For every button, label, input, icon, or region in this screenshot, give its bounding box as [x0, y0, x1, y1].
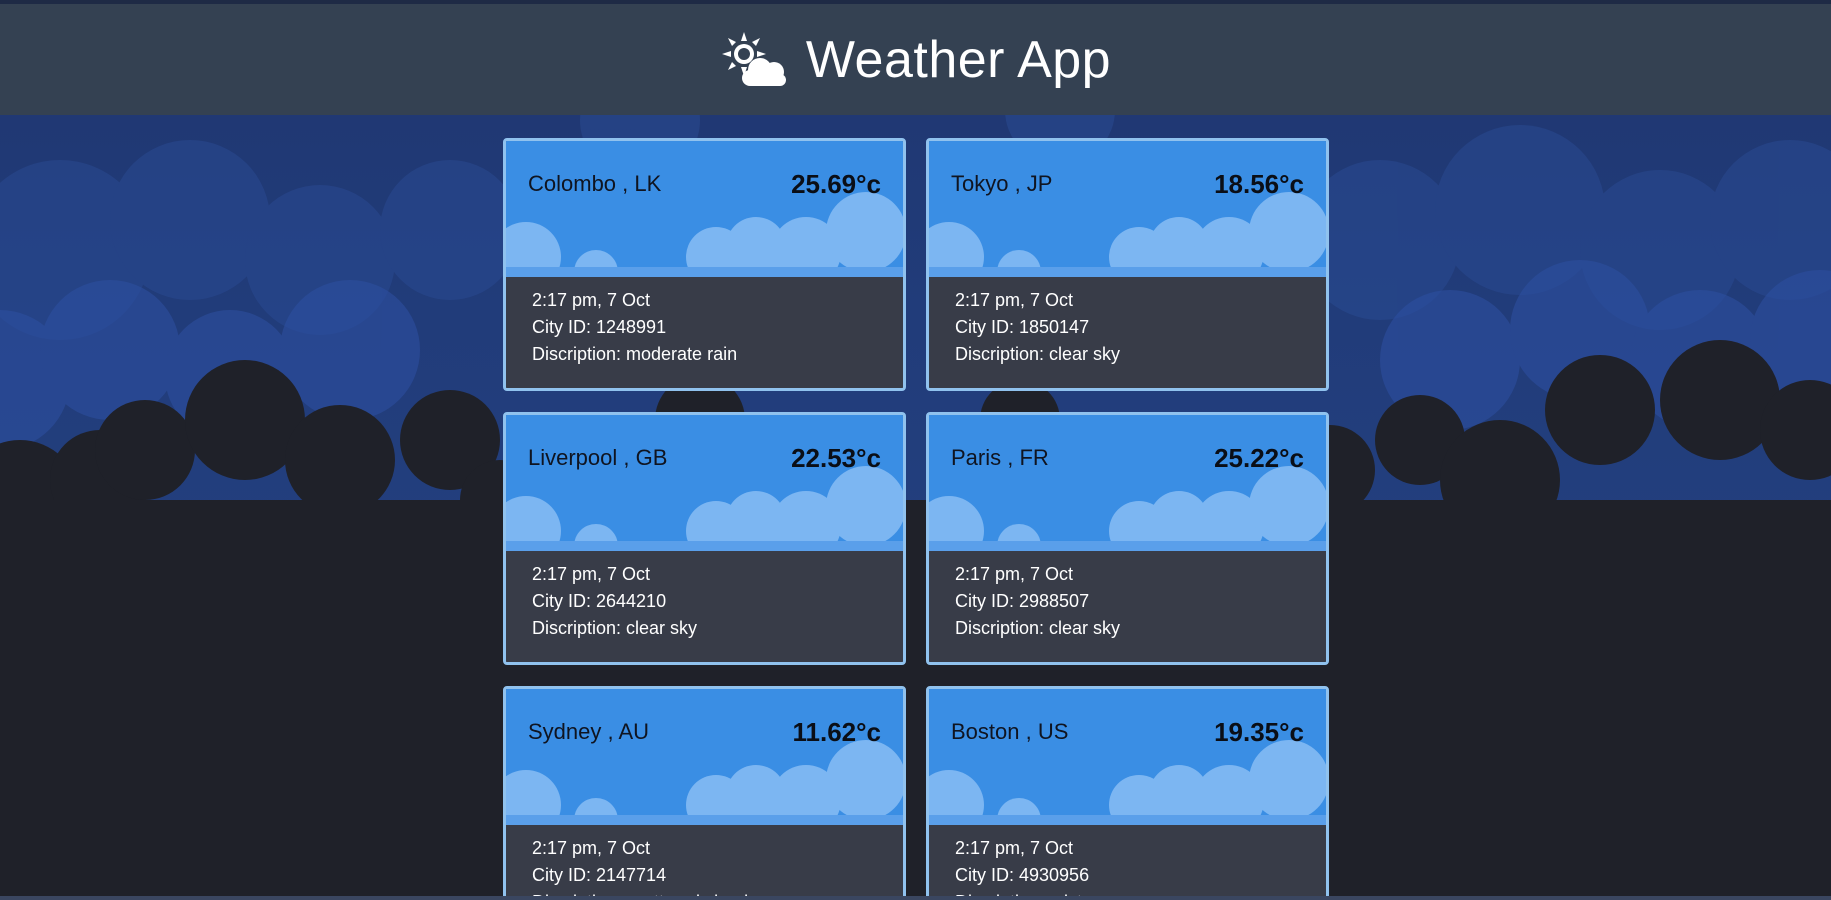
city-id-text: City ID: 2147714: [532, 865, 667, 885]
app-root: Weather App Colombo , LK 25.69°c 2:17 pm…: [0, 0, 1831, 900]
card-header: Paris , FR 25.22°c: [929, 415, 1326, 551]
description-text: Discription: clear sky: [532, 618, 698, 638]
weather-card-colombo[interactable]: Colombo , LK 25.69°c 2:17 pm, 7 Oct City…: [503, 138, 906, 391]
weather-card-paris[interactable]: Paris , FR 25.22°c 2:17 pm, 7 Oct City I…: [926, 412, 1329, 665]
weather-card-sydney[interactable]: Sydney , AU 11.62°c 2:17 pm, 7 Oct City …: [503, 686, 906, 900]
card-details: 2:17 pm, 7 Oct City ID: 1850147 Discript…: [929, 277, 1326, 388]
card-clouds-decoration: [506, 740, 903, 825]
card-header: Sydney , AU 11.62°c: [506, 689, 903, 825]
city-name: Sydney , AU: [528, 719, 650, 744]
card-details: 2:17 pm, 7 Oct City ID: 1248991 Discript…: [506, 277, 903, 388]
city-name: Boston , US: [951, 719, 1069, 744]
weather-card-liverpool[interactable]: Liverpool , GB 22.53°c 2:17 pm, 7 Oct Ci…: [503, 412, 906, 665]
city-name: Paris , FR: [951, 445, 1049, 470]
city-id-text: City ID: 1850147: [955, 317, 1090, 337]
card-header: Colombo , LK 25.69°c: [506, 141, 903, 277]
card-clouds-decoration: [506, 192, 903, 277]
temperature: 19.35°c: [1214, 717, 1304, 747]
time-text: 2:17 pm, 7 Oct: [955, 290, 1074, 310]
temperature: 11.62°c: [792, 717, 882, 747]
app-header: Weather App: [0, 4, 1831, 115]
city-name: Liverpool , GB: [528, 445, 668, 470]
temperature: 25.69°c: [791, 169, 881, 199]
card-clouds-decoration: [506, 466, 903, 551]
card-details: 2:17 pm, 7 Oct City ID: 2988507 Discript…: [929, 551, 1326, 662]
bottom-scroll-edge: [0, 896, 1831, 900]
sun-cloud-icon: [720, 30, 792, 90]
time-text: 2:17 pm, 7 Oct: [955, 838, 1074, 858]
time-text: 2:17 pm, 7 Oct: [532, 290, 651, 310]
description-text: Discription: clear sky: [955, 344, 1121, 364]
description-text: Discription: clear sky: [955, 618, 1121, 638]
city-id-text: City ID: 2644210: [532, 591, 667, 611]
card-header: Liverpool , GB 22.53°c: [506, 415, 903, 551]
weather-card-boston[interactable]: Boston , US 19.35°c 2:17 pm, 7 Oct City …: [926, 686, 1329, 900]
time-text: 2:17 pm, 7 Oct: [532, 838, 651, 858]
app-title: Weather App: [805, 30, 1112, 89]
card-clouds-decoration: [929, 740, 1326, 825]
background-clouds: [0, 55, 1831, 900]
temperature: 18.56°c: [1214, 169, 1304, 199]
temperature: 25.22°c: [1214, 443, 1304, 473]
city-name: Colombo , LK: [528, 171, 662, 196]
card-header: Boston , US 19.35°c: [929, 689, 1326, 825]
card-details: 2:17 pm, 7 Oct City ID: 2147714 Discript…: [506, 825, 903, 900]
city-name: Tokyo , JP: [951, 171, 1053, 196]
description-text: Discription: moderate rain: [532, 344, 738, 364]
card-details: 2:17 pm, 7 Oct City ID: 4930956 Discript…: [929, 825, 1326, 900]
city-id-text: City ID: 2988507: [955, 591, 1090, 611]
city-id-text: City ID: 4930956: [955, 865, 1090, 885]
temperature: 22.53°c: [791, 443, 881, 473]
city-id-text: City ID: 1248991: [532, 317, 667, 337]
time-text: 2:17 pm, 7 Oct: [532, 564, 651, 584]
card-clouds-decoration: [929, 466, 1326, 551]
time-text: 2:17 pm, 7 Oct: [955, 564, 1074, 584]
weather-card-tokyo[interactable]: Tokyo , JP 18.56°c 2:17 pm, 7 Oct City I…: [926, 138, 1329, 391]
card-header: Tokyo , JP 18.56°c: [929, 141, 1326, 277]
card-details: 2:17 pm, 7 Oct City ID: 2644210 Discript…: [506, 551, 903, 662]
card-clouds-decoration: [929, 192, 1326, 277]
